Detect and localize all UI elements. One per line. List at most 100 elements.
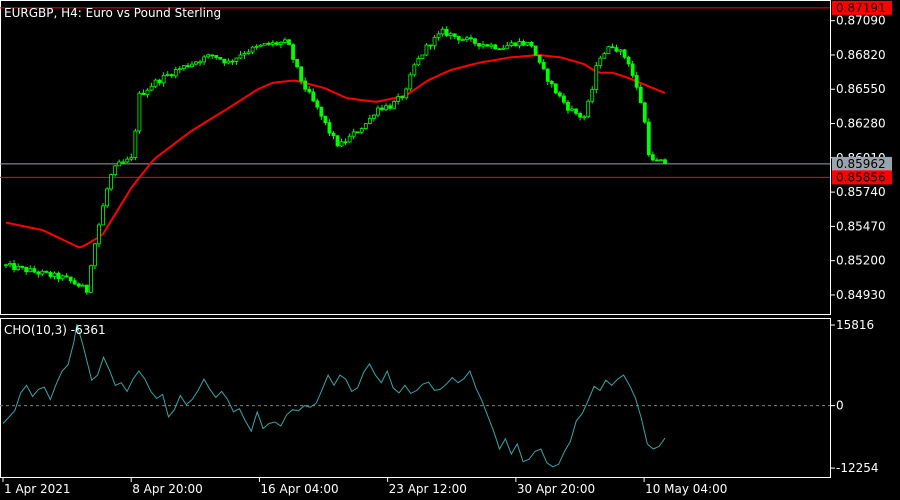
candle-body (291, 44, 295, 60)
candle-body (222, 58, 227, 64)
time-tick-label: 1 Apr 2021 (4, 482, 71, 496)
candle-body (238, 54, 243, 59)
candle-body (513, 42, 518, 47)
candle-body (432, 36, 437, 47)
candle-body (590, 89, 595, 102)
candle-body (501, 47, 506, 50)
candle-body (606, 46, 611, 55)
candle-body (521, 41, 526, 46)
candle-body (650, 154, 655, 161)
candle-body (129, 157, 134, 160)
candle-body (16, 265, 21, 270)
candle-body (420, 54, 425, 59)
candle-body (279, 42, 283, 45)
candle-body (630, 63, 635, 76)
indicator-tick-label: 15816 (836, 318, 874, 332)
indicator-title: CHO(10,3) -6361 (4, 323, 106, 337)
candle-body (262, 42, 267, 46)
candle-body (541, 61, 546, 70)
candle-body (60, 275, 65, 280)
candle-body (307, 88, 312, 93)
candle-body (246, 51, 251, 54)
candle-body (355, 131, 360, 134)
trading-chart[interactable]: 0.870900.868200.865500.862800.860100.857… (0, 0, 900, 500)
candle-body (335, 135, 340, 147)
candle-body (626, 56, 631, 65)
candle-body (440, 28, 445, 35)
candle-body (436, 33, 441, 38)
candle-body (165, 74, 170, 76)
candle-body (566, 101, 570, 111)
candle-body (557, 92, 562, 97)
candle-body (157, 79, 162, 84)
candle-body (489, 44, 494, 47)
candle-body (8, 263, 12, 266)
candle-body (101, 205, 105, 226)
candle-body (578, 113, 582, 118)
candle-body (574, 108, 578, 114)
price-tick-label: 0.84930 (836, 288, 886, 302)
level-label: 0.87191 (836, 1, 886, 15)
candle-body (266, 42, 271, 45)
candle-body (48, 272, 53, 277)
candle-body (40, 270, 45, 275)
candle-body (412, 64, 417, 76)
candle-body (12, 263, 16, 270)
candle-body (117, 161, 122, 167)
candle-body (28, 268, 33, 273)
price-tick-label: 0.86550 (836, 82, 886, 96)
candle-body (315, 100, 320, 108)
level-label: 0.85856 (836, 170, 886, 184)
candle-body (56, 272, 61, 280)
candle-body (153, 79, 158, 87)
candle-body (351, 131, 356, 137)
candle-body (32, 268, 37, 273)
candle-body (562, 95, 566, 103)
price-tick-label: 0.85470 (836, 219, 886, 233)
candle-body (299, 66, 304, 82)
candle-body (202, 56, 207, 63)
time-tick-label: 8 Apr 20:00 (132, 482, 203, 496)
candle-body (218, 57, 223, 60)
candle-body (76, 283, 81, 287)
candle-body (359, 128, 364, 133)
candle-body (469, 37, 473, 40)
candle-body (137, 92, 142, 132)
price-tick-label: 0.86280 (836, 117, 886, 131)
candle-body (64, 275, 69, 278)
price-tick-label: 0.85200 (836, 254, 886, 268)
candle-body (173, 69, 178, 77)
candle-body (72, 280, 77, 285)
candle-body (303, 80, 308, 90)
candle-body (598, 57, 603, 67)
candle-body (537, 54, 542, 63)
candle-body (206, 54, 211, 58)
candle-body (380, 107, 384, 111)
candle-body (473, 38, 477, 44)
candle-body (448, 33, 453, 37)
candle-body (141, 92, 146, 95)
candle-body (533, 45, 538, 56)
candle-body (372, 114, 376, 119)
candle-body (509, 42, 514, 47)
candle-body (327, 122, 332, 134)
candle-body (622, 49, 627, 58)
candle-body (254, 45, 259, 48)
candle-body (416, 58, 421, 66)
candle-body (149, 85, 154, 91)
candle-body (319, 106, 324, 117)
candle-body (161, 74, 166, 84)
candle-body (392, 100, 397, 109)
candle-body (121, 161, 126, 164)
candle-body (36, 271, 41, 275)
level-label: 0.85962 (836, 157, 886, 171)
candle-body (295, 59, 299, 68)
candle-body (93, 243, 97, 267)
candle-body (80, 284, 85, 287)
candle-body (323, 115, 328, 124)
candle-body (618, 49, 623, 52)
candle-body (270, 42, 275, 45)
candle-body (582, 116, 587, 119)
candle-body (177, 68, 182, 71)
candle-body (198, 61, 202, 64)
